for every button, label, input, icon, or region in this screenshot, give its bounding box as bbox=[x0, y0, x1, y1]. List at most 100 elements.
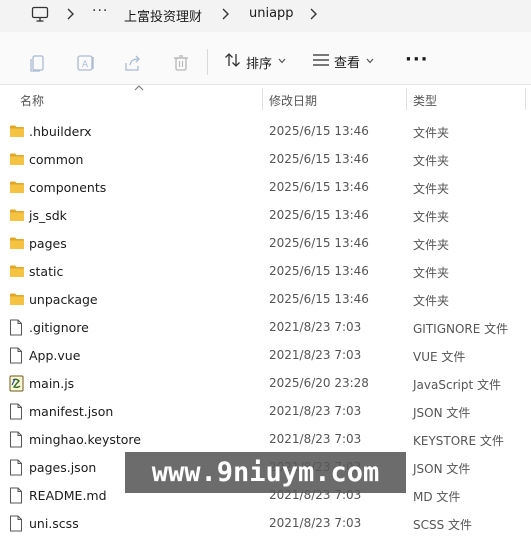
watermark: www.9niuym.com bbox=[125, 452, 406, 493]
this-pc-icon[interactable] bbox=[31, 6, 49, 27]
view-label: 查看 bbox=[334, 56, 361, 71]
file-name: .gitignore bbox=[29, 320, 89, 335]
file-modified-date: 2021/8/23 7:03 bbox=[269, 516, 362, 530]
file-modified-date: 2025/6/15 13:46 bbox=[269, 236, 369, 250]
breadcrumb-item[interactable]: 上富投资理财 bbox=[124, 6, 202, 25]
file-type: 文件夹 bbox=[413, 238, 450, 252]
folder-icon bbox=[9, 291, 25, 310]
rename-icon[interactable]: A bbox=[76, 53, 96, 77]
file-icon bbox=[9, 459, 23, 480]
column-resize-handle[interactable] bbox=[406, 88, 407, 110]
file-modified-date: 2021/8/23 7:03 bbox=[269, 404, 362, 418]
file-type: 文件夹 bbox=[413, 182, 450, 196]
delete-icon[interactable] bbox=[172, 53, 190, 77]
file-icon bbox=[9, 515, 23, 536]
sort-button[interactable]: 排序 bbox=[224, 52, 286, 72]
file-type: 文件夹 bbox=[413, 266, 450, 280]
file-type: JSON 文件 bbox=[413, 462, 471, 476]
column-header-date[interactable]: 修改日期 bbox=[269, 92, 317, 109]
file-row[interactable]: uni.scss 2021/8/23 7:03 SCSS 文件 bbox=[0, 509, 531, 537]
file-icon bbox=[9, 347, 23, 368]
file-name: manifest.json bbox=[29, 404, 114, 419]
file-row[interactable]: components 2025/6/15 13:46 文件夹 bbox=[0, 173, 531, 201]
file-name: README.md bbox=[29, 488, 107, 503]
file-row[interactable]: pages 2025/6/15 13:46 文件夹 bbox=[0, 229, 531, 257]
file-type: KEYSTORE 文件 bbox=[413, 434, 504, 448]
file-icon bbox=[9, 431, 23, 452]
share-icon[interactable] bbox=[123, 53, 143, 77]
chevron-right-icon[interactable] bbox=[221, 8, 229, 24]
file-modified-date: 2025/6/15 13:46 bbox=[269, 208, 369, 222]
more-options-button[interactable]: ··· bbox=[405, 49, 429, 70]
sort-icon bbox=[224, 52, 242, 72]
sort-label: 排序 bbox=[246, 56, 273, 72]
file-type: GITIGNORE 文件 bbox=[413, 322, 509, 336]
file-icon bbox=[9, 319, 23, 340]
file-modified-date: 2025/6/15 13:46 bbox=[269, 292, 369, 306]
command-bar: A 排序 查看 ··· bbox=[0, 32, 531, 85]
view-icon bbox=[312, 53, 330, 71]
file-modified-date: 2021/8/23 7:03 bbox=[269, 348, 362, 362]
address-bar: ··· 上富投资理财 uniapp bbox=[0, 0, 531, 32]
file-row[interactable]: static 2025/6/15 13:46 文件夹 bbox=[0, 257, 531, 285]
file-name: uni.scss bbox=[29, 516, 79, 531]
file-row[interactable]: .hbuilderx 2025/6/15 13:46 文件夹 bbox=[0, 117, 531, 145]
file-name: .hbuilderx bbox=[29, 124, 92, 139]
file-type: 文件夹 bbox=[413, 154, 450, 168]
svg-text:A: A bbox=[82, 60, 89, 70]
file-name: static bbox=[29, 264, 64, 279]
file-modified-date: 2021/8/23 7:03 bbox=[269, 320, 362, 334]
chevron-down-icon bbox=[366, 57, 374, 67]
file-type: MD 文件 bbox=[413, 490, 461, 504]
file-modified-date: 2025/6/15 13:46 bbox=[269, 124, 369, 138]
sort-ascending-icon bbox=[134, 84, 144, 94]
file-row[interactable]: manifest.json 2021/8/23 7:03 JSON 文件 bbox=[0, 397, 531, 425]
file-type: 文件夹 bbox=[413, 210, 450, 224]
file-modified-date: 2025/6/15 13:46 bbox=[269, 180, 369, 194]
file-type: 文件夹 bbox=[413, 294, 450, 308]
file-type: SCSS 文件 bbox=[413, 518, 473, 532]
file-type: VUE 文件 bbox=[413, 350, 466, 364]
toolbar-divider bbox=[207, 49, 208, 75]
column-resize-handle[interactable] bbox=[262, 88, 263, 110]
file-modified-date: 2025/6/15 13:46 bbox=[269, 152, 369, 166]
breadcrumb-item[interactable]: uniapp bbox=[249, 6, 294, 21]
folder-icon bbox=[9, 123, 25, 142]
file-row[interactable]: minghao.keystore 2021/8/23 7:03 KEYSTORE 文… bbox=[0, 425, 531, 453]
file-row[interactable]: main.js 2025/6/20 23:28 JavaScript 文件 bbox=[0, 369, 531, 397]
file-row[interactable]: js_sdk 2025/6/15 13:46 文件夹 bbox=[0, 201, 531, 229]
file-row[interactable]: common 2025/6/15 13:46 文件夹 bbox=[0, 145, 531, 173]
file-name: components bbox=[29, 180, 107, 195]
column-header-row: 名称 修改日期 类型 bbox=[0, 85, 531, 113]
file-name: App.vue bbox=[29, 348, 81, 363]
view-button[interactable]: 查看 bbox=[312, 52, 374, 71]
file-type: 文件夹 bbox=[413, 126, 450, 140]
file-name: common bbox=[29, 152, 84, 167]
breadcrumb-overflow[interactable]: ··· bbox=[92, 3, 108, 19]
javascript-file-icon bbox=[9, 375, 24, 396]
file-type: JavaScript 文件 bbox=[413, 378, 501, 392]
folder-icon bbox=[9, 151, 25, 170]
column-resize-handle[interactable] bbox=[525, 88, 526, 110]
folder-icon bbox=[9, 179, 25, 198]
file-icon bbox=[9, 403, 23, 424]
copy-icon[interactable] bbox=[28, 53, 46, 77]
folder-icon bbox=[9, 263, 25, 282]
chevron-down-icon bbox=[278, 57, 286, 67]
column-header-name[interactable]: 名称 bbox=[20, 92, 44, 109]
column-header-type[interactable]: 类型 bbox=[413, 92, 437, 109]
file-name: pages bbox=[29, 236, 67, 251]
file-row[interactable]: .gitignore 2021/8/23 7:03 GITIGNORE 文件 bbox=[0, 313, 531, 341]
file-row[interactable]: App.vue 2021/8/23 7:03 VUE 文件 bbox=[0, 341, 531, 369]
file-modified-date: 2025/6/20 23:28 bbox=[269, 376, 369, 390]
file-modified-date: 2021/8/23 7:03 bbox=[269, 432, 362, 446]
file-name: js_sdk bbox=[29, 208, 67, 223]
folder-icon bbox=[9, 235, 25, 254]
file-name: unpackage bbox=[29, 292, 98, 307]
chevron-right-icon[interactable] bbox=[66, 8, 74, 24]
file-icon bbox=[9, 487, 23, 508]
folder-icon bbox=[9, 207, 25, 226]
file-row[interactable]: unpackage 2025/6/15 13:46 文件夹 bbox=[0, 285, 531, 313]
file-modified-date: 2025/6/15 13:46 bbox=[269, 264, 369, 278]
chevron-right-icon[interactable] bbox=[309, 8, 317, 24]
